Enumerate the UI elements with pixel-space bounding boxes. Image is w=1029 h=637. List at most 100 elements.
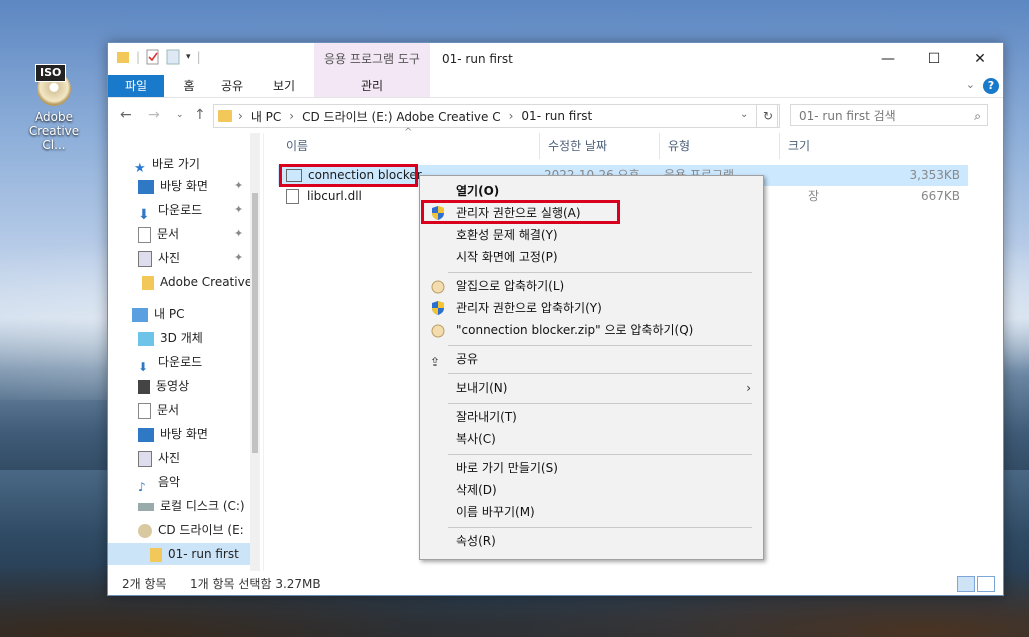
iso-tag: ISO — [35, 64, 67, 82]
nav-quick-access[interactable]: ★ 바로 가기 — [134, 153, 263, 176]
menu-zip-alzip[interactable]: 알집으로 압축하기(L) — [420, 275, 761, 297]
recent-dropdown-icon[interactable]: ⌄ — [176, 110, 184, 120]
help-icon[interactable]: ? — [983, 78, 999, 94]
menu-delete[interactable]: 삭제(D) — [420, 479, 761, 501]
disc-icon: ISO — [35, 64, 73, 106]
menu-create-shortcut[interactable]: 바로 가기 만들기(S) — [420, 457, 761, 479]
ribbon-expand-icon[interactable]: ⌄ — [966, 78, 975, 91]
minimize-button[interactable]: — — [865, 43, 911, 75]
nav-pc-run-first[interactable]: 01- run first — [108, 543, 250, 565]
nav-pc-videos[interactable]: 동영상 — [138, 375, 263, 397]
alzip-icon — [431, 280, 445, 294]
new-folder-icon[interactable] — [166, 49, 180, 65]
download-icon: ⬇ — [138, 206, 150, 223]
pin-icon: ✦ — [234, 251, 244, 264]
nav-item-adobe[interactable]: Adobe Creative — [142, 271, 263, 293]
folder-icon — [150, 547, 162, 562]
document-icon — [138, 226, 151, 243]
close-button[interactable]: ✕ — [957, 43, 1003, 75]
menu-open[interactable]: 열기(O) — [420, 180, 761, 202]
computer-icon — [132, 307, 148, 322]
nav-item-pictures[interactable]: 사진 ✦ — [138, 247, 263, 269]
quick-access-toolbar: | ▾ | — [116, 49, 201, 65]
share-icon: ⇪ — [430, 355, 441, 369]
menu-share[interactable]: ⇪ 공유 — [420, 348, 761, 370]
menu-separator — [448, 272, 752, 273]
menu-troubleshoot[interactable]: 호환성 문제 해결(Y) — [420, 224, 761, 246]
menu-pin-start[interactable]: 시작 화면에 고정(P) — [420, 246, 761, 268]
folder-icon — [218, 110, 232, 122]
menu-zip-admin[interactable]: 관리자 권한으로 압축하기(Y) — [420, 297, 761, 319]
file-size: 667KB — [920, 189, 960, 203]
tab-home[interactable]: 홈 — [172, 75, 206, 97]
nav-item-documents[interactable]: 문서 ✦ — [138, 223, 263, 245]
window-title: 01- run first — [442, 52, 513, 66]
properties-icon[interactable] — [146, 49, 160, 65]
qat-dropdown-icon[interactable]: ▾ — [186, 52, 191, 62]
large-icons-view-icon[interactable] — [977, 576, 995, 592]
pictures-icon — [138, 250, 152, 267]
list-header: 이름 수정한 날짜 유형 크기 ^ — [278, 127, 968, 159]
menu-zip-named[interactable]: "connection blocker.zip" 으로 압축하기(Q) — [420, 319, 761, 341]
column-date[interactable]: 수정한 날짜 — [540, 133, 660, 159]
address-bar-row: ← → ⌄ ↑ › 내 PC › CD 드라이브 (E:) Adobe Creat… — [108, 99, 1003, 131]
nav-pc-music[interactable]: ♪ 음악 — [138, 471, 263, 494]
nav-pc-3d[interactable]: 3D 개체 — [138, 327, 263, 349]
address-dropdown-icon[interactable]: ⌄ — [740, 109, 748, 120]
tab-manage[interactable]: 관리 — [314, 75, 430, 97]
sort-arrow-icon: ^ — [404, 127, 413, 138]
back-arrow-icon[interactable]: ← — [120, 107, 132, 123]
menu-properties[interactable]: 속성(R) — [420, 530, 761, 552]
menu-separator — [448, 527, 752, 528]
menu-copy[interactable]: 복사(C) — [420, 428, 761, 450]
desktop-icon-label: Adobe Creative Cl... — [28, 110, 80, 152]
nav-pc-desktop[interactable]: 바탕 화면 — [138, 423, 263, 445]
breadcrumb-drive[interactable]: CD 드라이브 (E:) Adobe Creative C — [302, 108, 501, 125]
nav-item-desktop[interactable]: 바탕 화면 ✦ — [138, 175, 263, 197]
menu-separator — [448, 373, 752, 374]
navigation-pane: ★ 바로 가기 바탕 화면 ✦ ⬇ 다운로드 ✦ 문서 ✦ 사진 ✦ Adobe Creat… — [108, 133, 264, 571]
pin-icon: ✦ — [234, 179, 244, 192]
menu-separator — [448, 403, 752, 404]
context-menu: 열기(O) 관리자 권한으로 실행(A) 호환성 문제 해결(Y) 시작 화면에… — [419, 175, 764, 560]
menu-rename[interactable]: 이름 바꾸기(M) — [420, 501, 761, 523]
nav-pc-downloads[interactable]: ⬇ 다운로드 — [138, 351, 263, 374]
folder-icon — [142, 275, 154, 290]
menu-cut[interactable]: 잘라내기(T) — [420, 406, 761, 428]
maximize-button[interactable]: ☐ — [911, 43, 957, 75]
desktop-icon — [138, 427, 154, 442]
download-icon: ⬇ — [138, 359, 149, 374]
nav-this-pc[interactable]: 내 PC — [132, 303, 263, 325]
details-view-icon[interactable] — [957, 576, 975, 592]
nav-pc-pictures[interactable]: 사진 — [138, 447, 263, 469]
desktop-icon — [138, 179, 154, 194]
nav-pc-documents[interactable]: 문서 — [138, 399, 263, 421]
refresh-icon[interactable]: ↻ — [756, 104, 780, 128]
nav-scrollbar[interactable] — [250, 133, 260, 571]
status-bar: 2개 항목 1개 항목 선택함 3.27MB — [108, 573, 1003, 595]
address-input[interactable]: › 내 PC › CD 드라이브 (E:) Adobe Creative C › 0… — [213, 104, 778, 128]
highlight-box — [279, 164, 418, 187]
item-count: 2개 항목 — [122, 577, 167, 591]
desktop-iso-icon[interactable]: ISO Adobe Creative Cl... — [18, 64, 90, 152]
nav-scrollbar-thumb[interactable] — [252, 193, 258, 453]
tab-file[interactable]: 파일 — [108, 75, 164, 97]
column-type[interactable]: 유형 — [660, 133, 780, 159]
file-size: 3,353KB — [909, 168, 960, 182]
forward-arrow-icon[interactable]: → — [148, 107, 160, 123]
menu-separator — [448, 454, 752, 455]
up-arrow-icon[interactable]: ↑ — [194, 107, 206, 123]
breadcrumb-folder[interactable]: 01- run first — [521, 109, 592, 123]
tab-share[interactable]: 공유 — [212, 75, 252, 97]
tab-view[interactable]: 보기 — [264, 75, 304, 97]
nav-pc-local-disk[interactable]: 로컬 디스크 (C:) — [138, 495, 263, 517]
column-size[interactable]: 크기 — [780, 133, 860, 159]
nav-pc-cd-drive[interactable]: CD 드라이브 (E: — [138, 519, 263, 541]
highlight-box — [421, 200, 620, 224]
menu-send-to[interactable]: 보내기(N) › — [420, 377, 761, 399]
breadcrumb-pc[interactable]: 내 PC — [251, 108, 281, 125]
folder-icon[interactable] — [116, 49, 130, 65]
search-input[interactable]: 01- run first 검색 ⌕ — [790, 104, 988, 126]
nav-item-downloads[interactable]: ⬇ 다운로드 ✦ — [138, 199, 263, 223]
window-controls: — ☐ ✕ — [865, 43, 1003, 75]
